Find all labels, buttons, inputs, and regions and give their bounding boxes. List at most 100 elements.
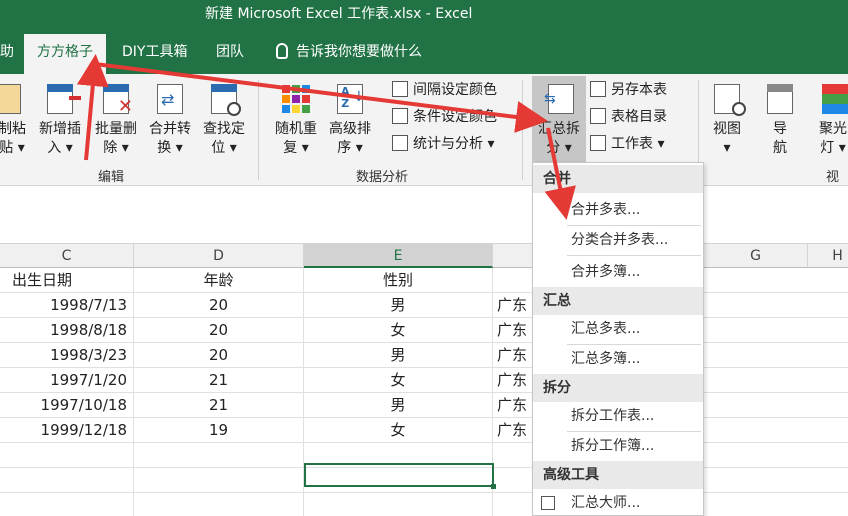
merge-convert-button[interactable]: ⇄ 合并转 换 ▾ <box>144 82 196 158</box>
section-header-split: 拆分 <box>533 374 703 402</box>
cell-d[interactable]: 20 <box>134 343 304 368</box>
summary-split-icon: ⇆ <box>542 82 576 116</box>
cell-empty[interactable] <box>134 468 304 493</box>
section-header-merge: 合并 <box>533 165 703 193</box>
cell-d[interactable]: 19 <box>134 418 304 443</box>
advanced-sort-button[interactable]: A Z ↓ 高级排 序 ▾ <box>324 82 376 158</box>
section-header-advanced-tools: 高级工具 <box>533 461 703 489</box>
menu-item-merge-sheets[interactable]: 合并多表... <box>533 195 703 225</box>
table-directory-icon <box>590 108 606 124</box>
cell-d[interactable]: 20 <box>134 293 304 318</box>
cell-d[interactable]: 21 <box>134 393 304 418</box>
save-sheet-icon <box>590 81 606 97</box>
cell-c[interactable]: 1997/10/18 <box>0 393 134 418</box>
formula-bar-area <box>0 186 848 244</box>
cell-e[interactable]: 男 <box>304 393 493 418</box>
cell-c[interactable]: 1998/7/13 <box>0 293 134 318</box>
tab-diy-toolbox[interactable]: DIY工具箱 <box>114 36 195 74</box>
menu-item-summary-sheets[interactable]: 汇总多表... <box>533 314 703 344</box>
menu-item-split-workbook[interactable]: 拆分工作簿... <box>533 431 703 461</box>
tell-me-search[interactable]: 告诉我你想要做什么 <box>268 36 430 74</box>
tab-help[interactable]: 助 <box>0 36 22 74</box>
condition-color-icon <box>392 108 408 124</box>
cell-empty[interactable] <box>0 468 134 493</box>
summary-split-dropdown: 合并 合并多表... 分类合并多表... 合并多簿... 汇总 汇总多表... … <box>532 162 704 516</box>
navigation-button[interactable]: 导 航 <box>758 82 802 158</box>
menu-item-merge-workbooks[interactable]: 合并多簿... <box>533 257 703 287</box>
cell-c[interactable]: 1997/1/20 <box>0 368 134 393</box>
cell-d[interactable]: 21 <box>134 368 304 393</box>
merge-icon: ⇄ <box>153 82 187 116</box>
table-row: 1998/3/23 20 男 广东 <box>0 343 848 368</box>
paste-icon <box>0 82 29 116</box>
title-bar: 新建 Microsoft Excel 工作表.xlsx - Excel <box>0 0 848 26</box>
ribbon-tabs: 助 方方格子 DIY工具箱 团队 告诉我你想要做什么 <box>0 26 848 74</box>
table-row: 1997/1/20 21 女 广东 <box>0 368 848 393</box>
table-row: 1998/8/18 20 女 广东 <box>0 318 848 343</box>
summary-split-button[interactable]: ⇆ 汇总拆 分 ▾ <box>532 82 586 158</box>
cell-c[interactable]: 1998/8/18 <box>0 318 134 343</box>
cell-empty[interactable] <box>134 493 304 516</box>
find-locate-button[interactable]: 查找定 位 ▾ <box>198 82 250 158</box>
cell-c[interactable]: 1999/12/18 <box>0 418 134 443</box>
cell-c[interactable]: 1998/3/23 <box>0 343 134 368</box>
column-header-d[interactable]: D <box>134 244 304 268</box>
menu-item-split-worksheet[interactable]: 拆分工作表... <box>533 401 703 431</box>
worksheet-button[interactable]: 工作表 ▾ <box>590 134 664 154</box>
interval-color-icon <box>392 81 408 97</box>
table-row: 1997/10/18 21 男 广东 <box>0 393 848 418</box>
menu-item-summary-workbooks[interactable]: 汇总多簿... <box>533 344 703 374</box>
cell-e[interactable]: 男 <box>304 343 493 368</box>
cell-e[interactable]: 女 <box>304 368 493 393</box>
spotlight-icon <box>816 82 848 116</box>
column-header-g[interactable]: G <box>704 244 808 268</box>
section-header-summary: 汇总 <box>533 287 703 315</box>
condition-color-button[interactable]: 条件设定颜色 <box>392 107 497 127</box>
spotlight-button[interactable]: 聚光 灯 ▾ <box>810 82 848 158</box>
magnifier-icon <box>207 82 241 116</box>
insert-icon <box>43 82 81 116</box>
cell-empty[interactable] <box>0 493 134 516</box>
cell-d[interactable]: 20 <box>134 318 304 343</box>
copy-paste-button[interactable]: 制粘 贴 ▾ <box>0 82 30 158</box>
color-tiles-icon <box>279 82 313 116</box>
ribbon: 制粘 贴 ▾ 新增插 入 ▾ ✕ 批量删 除 ▾ ⇄ 合并转 换 ▾ 查找定 位… <box>0 74 848 204</box>
column-header-h[interactable]: H <box>808 244 848 268</box>
sort-az-icon: A Z ↓ <box>333 82 367 116</box>
cell-empty[interactable] <box>0 443 134 468</box>
table-row: 1999/12/18 19 女 广东 <box>0 418 848 443</box>
interval-color-button[interactable]: 间隔设定颜色 <box>392 80 497 100</box>
worksheet-icon <box>590 135 606 151</box>
table-directory-button[interactable]: 表格目录 <box>590 107 667 127</box>
window-title: 新建 Microsoft Excel 工作表.xlsx - Excel <box>205 6 473 22</box>
batch-delete-button[interactable]: ✕ 批量删 除 ▾ <box>90 82 142 158</box>
menu-item-summary-master[interactable]: 汇总大师... <box>533 488 703 516</box>
cell-d[interactable]: 年龄 <box>134 268 304 293</box>
table-row <box>0 493 848 516</box>
table-row: 出生日期 年龄 性别 <box>0 268 848 293</box>
cell-e[interactable]: 男 <box>304 293 493 318</box>
cell-c[interactable]: 出生日期 <box>0 268 134 293</box>
cell-empty[interactable] <box>134 443 304 468</box>
summary-master-icon <box>541 496 555 510</box>
save-sheet-button[interactable]: 另存本表 <box>590 80 667 100</box>
group-label-analysis: 数据分析 <box>356 170 409 185</box>
tab-fangfanggezi[interactable]: 方方格子 <box>24 34 106 74</box>
menu-item-category-merge-sheets[interactable]: 分类合并多表... <box>533 225 703 255</box>
cell-empty[interactable] <box>304 493 493 516</box>
cell-e[interactable]: 性别 <box>304 268 493 293</box>
navigation-icon <box>763 82 797 116</box>
column-header-e[interactable]: E <box>304 244 493 268</box>
statistics-analysis-button[interactable]: 统计与分析 ▾ <box>392 134 494 154</box>
delete-icon: ✕ <box>99 82 133 116</box>
table-row: 1998/7/13 20 男 广东 <box>0 293 848 318</box>
selected-cell[interactable] <box>304 463 496 489</box>
view-icon <box>710 82 746 116</box>
cell-e[interactable]: 女 <box>304 418 493 443</box>
cell-e[interactable]: 女 <box>304 318 493 343</box>
tab-team[interactable]: 团队 <box>208 36 252 74</box>
insert-button[interactable]: 新增插 入 ▾ <box>34 82 86 158</box>
column-header-c[interactable]: C <box>0 244 134 268</box>
view-button[interactable]: 视图 ▾ <box>704 82 750 158</box>
random-repeat-button[interactable]: 随机重 复 ▾ <box>270 82 322 158</box>
